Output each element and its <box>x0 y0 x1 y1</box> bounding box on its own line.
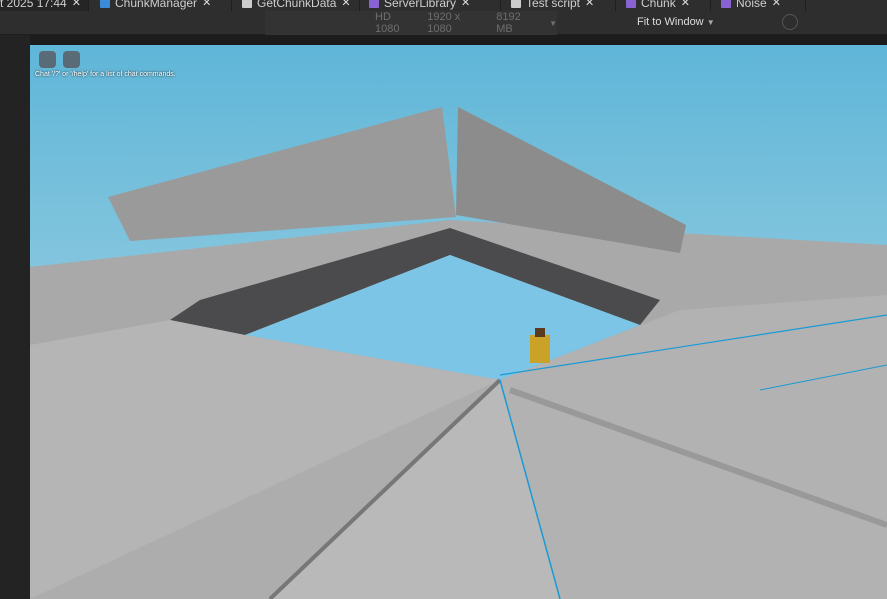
tab-place[interactable]: t 2025 17:44 ✕ <box>0 0 89 11</box>
module-script-icon <box>626 0 636 8</box>
resolution: 1920 x 1080 <box>427 11 461 35</box>
left-panel <box>0 35 30 599</box>
memory: 8192 MB <box>496 11 521 35</box>
fit-to-window-dropdown[interactable]: Fit to Window ▼ <box>637 16 715 28</box>
close-icon[interactable]: ✕ <box>202 0 211 9</box>
chat-icon[interactable] <box>63 51 80 68</box>
game-viewport[interactable]: Chat '/?' or '/help' for a list of chat … <box>30 45 887 599</box>
tab-test-script[interactable]: Test script ✕ <box>503 0 616 11</box>
tab-chunk[interactable]: Chunk ✕ <box>618 0 711 11</box>
tab-bar: t 2025 17:44 ✕ ChunkManager ✕ GetChunkData… <box>0 0 887 11</box>
script-icon <box>242 0 252 8</box>
close-icon[interactable]: ✕ <box>585 0 594 9</box>
player-head <box>535 328 545 337</box>
tab-label: GetChunkData <box>257 0 337 10</box>
scene <box>30 45 887 599</box>
tab-serverlibrary[interactable]: ServerLibrary ✕ <box>361 0 501 11</box>
tab-label: Test script <box>526 0 581 10</box>
chevron-down-icon: ▼ <box>549 18 557 28</box>
fit-label: Fit to Window <box>637 16 704 28</box>
tab-noise[interactable]: Noise ✕ <box>713 0 806 11</box>
script-icon <box>511 0 521 8</box>
device-selector[interactable]: HD 1080 1920 x 1080 8192 MB ▼ <box>265 11 557 35</box>
tab-getchunkdata[interactable]: GetChunkData ✕ <box>234 0 360 11</box>
tab-label: t 2025 17:44 <box>0 0 67 10</box>
chat-hint: Chat '/?' or '/help' for a list of chat … <box>35 71 176 78</box>
player-avatar <box>530 335 550 363</box>
tab-label: ServerLibrary <box>384 0 457 10</box>
close-icon[interactable]: ✕ <box>461 0 470 9</box>
close-icon[interactable]: ✕ <box>341 0 350 9</box>
tab-label: Chunk <box>641 0 676 10</box>
close-icon[interactable]: ✕ <box>681 0 690 9</box>
roblox-menu-icon[interactable] <box>39 51 56 68</box>
module-script-icon <box>721 0 731 8</box>
close-icon[interactable]: ✕ <box>772 0 781 9</box>
module-script-icon <box>369 0 379 8</box>
tab-label: Noise <box>736 0 767 10</box>
tab-label: ChunkManager <box>115 0 198 10</box>
device-toolbar: HD 1080 1920 x 1080 8192 MB ▼ Fit to Win… <box>0 10 887 35</box>
tab-chunkmanager[interactable]: ChunkManager ✕ <box>92 0 232 11</box>
device-name: HD 1080 <box>375 11 400 35</box>
module-script-icon <box>100 0 110 8</box>
close-icon[interactable]: ✕ <box>72 0 81 9</box>
viewport-top-strip <box>30 35 887 45</box>
chevron-down-icon: ▼ <box>706 18 715 27</box>
rotate-icon[interactable] <box>778 10 802 34</box>
